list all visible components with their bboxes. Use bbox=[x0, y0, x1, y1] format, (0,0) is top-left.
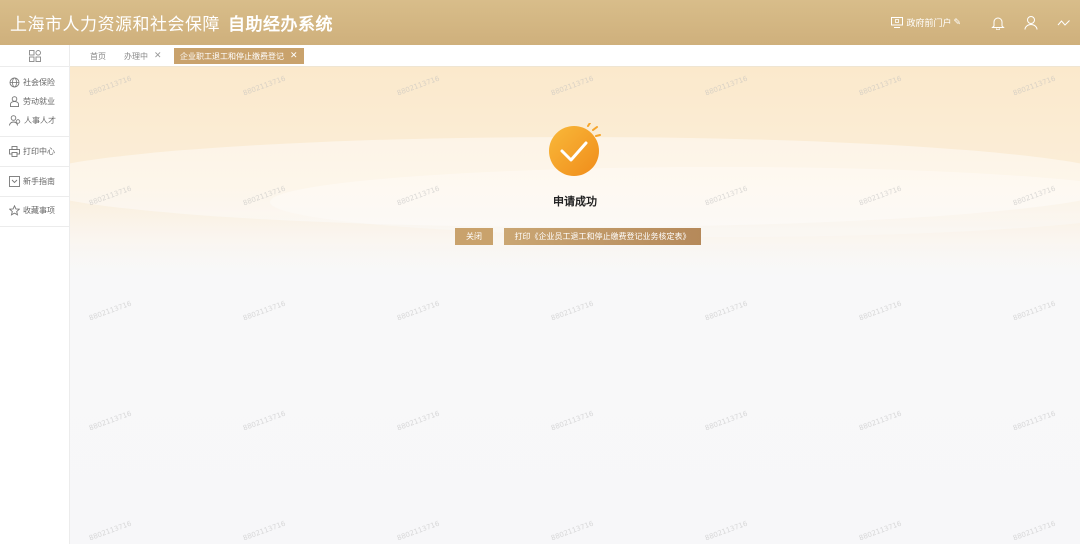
sidebar-item-label: 新手指南 bbox=[23, 177, 55, 186]
printer-icon bbox=[9, 146, 20, 157]
sidebar-toggle[interactable] bbox=[0, 45, 69, 67]
people-icon bbox=[9, 115, 21, 126]
sidebar-item-guide[interactable]: 新手指南 bbox=[9, 176, 55, 187]
print-button[interactable]: 打印《企业员工退工和停止缴费登记业务核定表》 bbox=[504, 228, 701, 245]
user-icon bbox=[1024, 16, 1037, 30]
sidebar-item-favorites[interactable]: 收藏事项 bbox=[9, 205, 55, 216]
sidebar-divider bbox=[0, 196, 69, 197]
tab-label: 首页 bbox=[90, 51, 106, 61]
sidebar-item-personnel[interactable]: 人事人才 bbox=[9, 115, 56, 126]
watermark: 8802113716 bbox=[241, 74, 287, 98]
sidebar: 社会保险 劳动就业 人事人才 打印中心 新手指南 收藏事项 bbox=[0, 45, 70, 544]
tab-label: 企业职工退工和停止缴费登记 bbox=[180, 51, 284, 61]
worker-icon bbox=[10, 96, 19, 107]
tab-home[interactable]: 首页 bbox=[90, 48, 106, 64]
sidebar-item-employment[interactable]: 劳动就业 bbox=[9, 96, 55, 107]
close-icon[interactable]: ✕ bbox=[290, 51, 298, 61]
sidebar-item-label: 人事人才 bbox=[24, 116, 56, 125]
bell-icon bbox=[990, 17, 1005, 30]
tab-in-progress[interactable]: 办理中 ✕ bbox=[124, 48, 162, 64]
watermark: 8802113716 bbox=[703, 74, 749, 98]
main-content: 8802113716 8802113716 8802113716 8802113… bbox=[70, 67, 1080, 544]
sidebar-item-label: 劳动就业 bbox=[23, 97, 55, 106]
watermark: 8802113716 bbox=[549, 74, 595, 98]
notification-button[interactable] bbox=[981, 0, 1014, 45]
globe-icon bbox=[9, 77, 20, 88]
wave-icon bbox=[1057, 19, 1070, 26]
watermark: 8802113716 bbox=[395, 74, 441, 98]
sidebar-item-label: 收藏事项 bbox=[23, 206, 55, 215]
watermark: 8802113716 bbox=[857, 74, 903, 98]
pen-icon: ✎ bbox=[953, 17, 961, 28]
sidebar-item-print-center[interactable]: 打印中心 bbox=[9, 146, 55, 157]
org-name: 上海市人力资源和社会保障 bbox=[10, 15, 220, 35]
close-icon[interactable]: ✕ bbox=[154, 51, 162, 61]
portal-label: 政府前门户 bbox=[906, 19, 952, 29]
watermark: 8802113716 bbox=[87, 74, 133, 98]
sidebar-item-label: 社会保险 bbox=[23, 78, 55, 87]
app-title: 上海市人力资源和社会保障 自助经办系统 bbox=[10, 10, 333, 35]
tab-bar: 首页 办理中 ✕ 企业职工退工和停止缴费登记 ✕ bbox=[70, 45, 1080, 67]
tab-label: 办理中 bbox=[124, 51, 148, 61]
success-check-icon bbox=[549, 123, 601, 176]
collapse-button[interactable] bbox=[1047, 0, 1080, 45]
sidebar-divider bbox=[0, 166, 69, 167]
top-header: 上海市人力资源和社会保障 自助经办系统 政府前门户 ✎ bbox=[0, 0, 1080, 45]
sidebar-divider bbox=[0, 226, 69, 227]
grid-icon bbox=[28, 49, 41, 62]
tab-termination-registration[interactable]: 企业职工退工和停止缴费登记 ✕ bbox=[174, 48, 304, 64]
user-button[interactable] bbox=[1014, 0, 1047, 45]
star-icon bbox=[9, 205, 20, 216]
portal-link[interactable]: 政府前门户 ✎ bbox=[891, 16, 961, 29]
system-name: 自助经办系统 bbox=[228, 15, 333, 35]
guide-icon bbox=[9, 176, 20, 187]
sidebar-item-social-insurance[interactable]: 社会保险 bbox=[9, 77, 55, 88]
sidebar-item-label: 打印中心 bbox=[23, 147, 55, 156]
sidebar-divider bbox=[0, 136, 69, 137]
close-button[interactable]: 关闭 bbox=[455, 228, 493, 245]
watermark: 8802113716 bbox=[1011, 74, 1057, 98]
monitor-icon bbox=[891, 17, 904, 28]
success-message: 申请成功 bbox=[553, 195, 597, 208]
